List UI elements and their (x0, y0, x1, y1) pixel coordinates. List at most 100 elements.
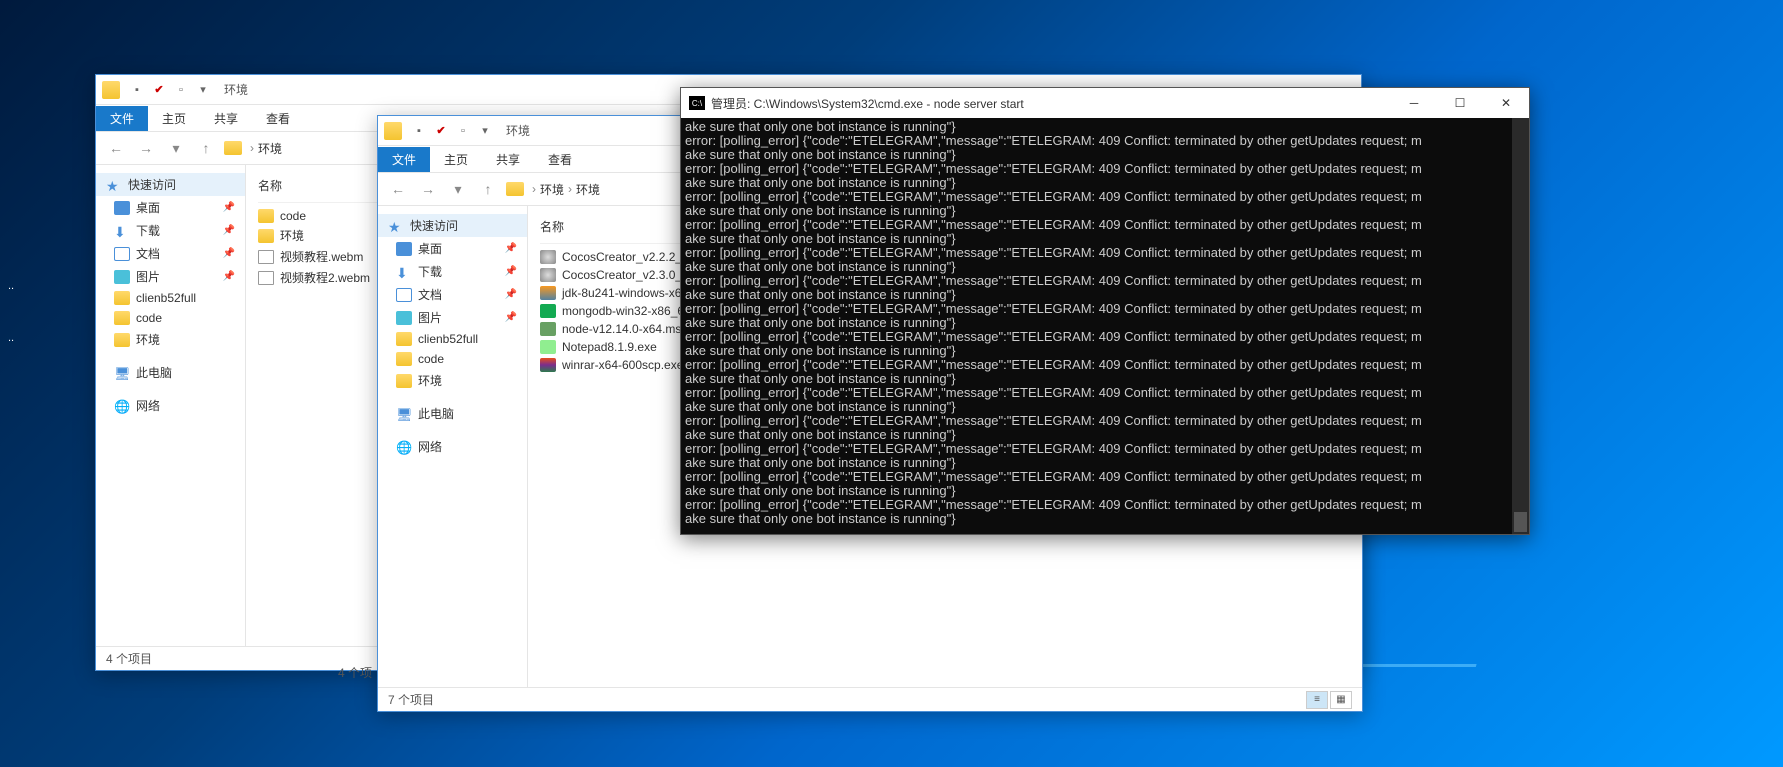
pc-icon (114, 366, 130, 380)
sidebar-item[interactable]: 下载📌 (96, 219, 245, 242)
nav-dropdown-icon[interactable]: ▾ (164, 136, 188, 160)
tab-share[interactable]: 共享 (200, 106, 252, 131)
tab-view[interactable]: 查看 (534, 147, 586, 172)
pin-icon: 📌 (223, 248, 235, 259)
sidebar-item-label: 文档 (418, 286, 442, 303)
cmd-line: ake sure that only one bot instance is r… (685, 288, 1525, 302)
sidebar-item[interactable]: 环境 (96, 328, 245, 351)
cmd-title: 管理员: C:\Windows\System32\cmd.exe - node … (711, 95, 1024, 112)
breadcrumb[interactable]: › 环境 › 环境 (506, 181, 600, 198)
icons-view-icon[interactable]: ▦ (1330, 691, 1352, 709)
folder-icon (102, 81, 120, 99)
cmd-line: error: [polling_error] {"code":"ETELEGRA… (685, 470, 1525, 484)
cmd-line: ake sure that only one bot instance is r… (685, 120, 1525, 134)
sidebar-item[interactable]: 下载📌 (378, 260, 527, 283)
tab-view[interactable]: 查看 (252, 106, 304, 131)
qat-item[interactable]: ▪ (410, 122, 428, 140)
sidebar: 快速访问 桌面📌下载📌文档📌图片📌clienb52fullcode环境 此电脑 … (378, 206, 528, 687)
chevron-right-icon: › (532, 182, 536, 196)
cmd-output[interactable]: ake sure that only one bot instance is r… (681, 118, 1529, 534)
tab-file[interactable]: 文件 (378, 147, 430, 172)
sidebar-item[interactable]: 文档📌 (96, 242, 245, 265)
qat-dropdown-icon[interactable]: ▾ (476, 122, 494, 140)
maximize-button[interactable]: ☐ (1437, 88, 1483, 118)
sidebar-item[interactable]: clienb52full (96, 288, 245, 308)
breadcrumb-segment[interactable]: 环境 (540, 181, 564, 198)
cmd-line: error: [polling_error] {"code":"ETELEGRA… (685, 246, 1525, 260)
tab-home[interactable]: 主页 (430, 147, 482, 172)
folder-icon (114, 291, 130, 305)
window-title: 环境 (224, 81, 248, 98)
minimize-button[interactable]: ─ (1391, 88, 1437, 118)
qat-item[interactable]: ▫ (454, 122, 472, 140)
sidebar-quick-access[interactable]: 快速访问 (96, 173, 245, 196)
cmd-titlebar[interactable]: C:\ 管理员: C:\Windows\System32\cmd.exe - n… (681, 88, 1529, 118)
nav-forward-icon[interactable]: → (134, 136, 158, 160)
webm-icon (258, 250, 274, 264)
sidebar-item-label: 下载 (418, 263, 442, 280)
cmd-line: error: [polling_error] {"code":"ETELEGRA… (685, 302, 1525, 316)
tab-file[interactable]: 文件 (96, 106, 148, 131)
cmd-line: ake sure that only one bot instance is r… (685, 372, 1525, 386)
nav-forward-icon[interactable]: → (416, 177, 440, 201)
download-icon (396, 265, 412, 279)
qat-check-icon[interactable]: ✔ (150, 81, 168, 99)
sidebar-quick-access[interactable]: 快速访问 (378, 214, 527, 237)
details-view-icon[interactable]: ≡ (1306, 691, 1328, 709)
sidebar-item[interactable]: code (378, 349, 527, 369)
pin-icon: 📌 (223, 271, 235, 282)
pin-icon: 📌 (505, 289, 517, 300)
sidebar-item-label: 下载 (136, 222, 160, 239)
nav-dropdown-icon[interactable]: ▾ (446, 177, 470, 201)
folder-icon (396, 374, 412, 388)
folder-icon (114, 333, 130, 347)
tab-share[interactable]: 共享 (482, 147, 534, 172)
nav-back-icon[interactable]: ← (104, 136, 128, 160)
file-name: code (280, 209, 306, 223)
sidebar-item[interactable]: code (96, 308, 245, 328)
sidebar-item[interactable]: 图片📌 (96, 265, 245, 288)
exe-icon (540, 250, 556, 264)
desktop-icon[interactable]: .. (8, 280, 14, 292)
scrollbar-thumb[interactable] (1514, 512, 1527, 532)
tab-home[interactable]: 主页 (148, 106, 200, 131)
sidebar-network[interactable]: 网络 (378, 435, 527, 458)
cmd-line: error: [polling_error] {"code":"ETELEGRA… (685, 330, 1525, 344)
sidebar-item[interactable]: 文档 📌 (378, 283, 527, 306)
folder-icon (396, 352, 412, 366)
nav-up-icon[interactable]: ↑ (194, 136, 218, 160)
sidebar-item[interactable]: 图片📌 (378, 306, 527, 329)
sidebar-network[interactable]: 网络 (96, 394, 245, 417)
sidebar-item[interactable]: 环境 (378, 369, 527, 392)
qat-dropdown-icon[interactable]: ▾ (194, 81, 212, 99)
pin-icon: 📌 (223, 202, 235, 213)
breadcrumb-segment[interactable]: 环境 (258, 140, 282, 157)
nav-up-icon[interactable]: ↑ (476, 177, 500, 201)
desktop-icon (396, 242, 412, 256)
sidebar-label: 快速访问 (410, 217, 458, 234)
notepad-icon (540, 340, 556, 354)
qat-check-icon[interactable]: ✔ (432, 122, 450, 140)
cmd-line: error: [polling_error] {"code":"ETELEGRA… (685, 498, 1525, 512)
sidebar-item[interactable]: clienb52full (378, 329, 527, 349)
sidebar-label: 网络 (136, 397, 160, 414)
breadcrumb[interactable]: › 环境 (224, 140, 282, 157)
exe-icon (540, 268, 556, 282)
sidebar-item-label: 环境 (136, 331, 160, 348)
sidebar-this-pc[interactable]: 此电脑 (96, 361, 245, 384)
close-button[interactable]: ✕ (1483, 88, 1529, 118)
sidebar-item[interactable]: 桌面📌 (96, 196, 245, 219)
pin-icon: 📌 (505, 312, 517, 323)
mongo-icon (540, 304, 556, 318)
webm-icon (258, 271, 274, 285)
desktop-icon[interactable]: .. (8, 332, 14, 344)
sidebar-item[interactable]: 桌面📌 (378, 237, 527, 260)
sidebar-label: 快速访问 (128, 176, 176, 193)
breadcrumb-segment[interactable]: 环境 (576, 181, 600, 198)
qat-item[interactable]: ▫ (172, 81, 190, 99)
nav-back-icon[interactable]: ← (386, 177, 410, 201)
scrollbar[interactable] (1512, 118, 1529, 534)
sidebar-this-pc[interactable]: 此电脑 (378, 402, 527, 425)
qat-item[interactable]: ▪ (128, 81, 146, 99)
cmd-line: ake sure that only one bot instance is r… (685, 232, 1525, 246)
